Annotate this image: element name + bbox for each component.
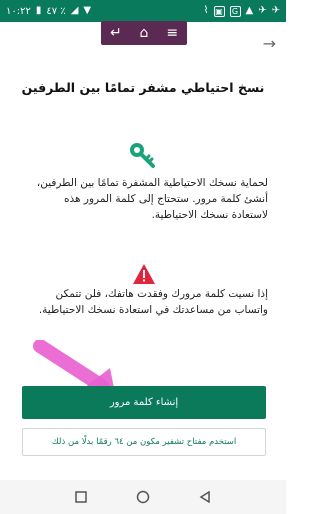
description-paragraph: لحماية نسخك الاحتياطية المشفرة تمامًا بي… bbox=[36, 177, 268, 221]
create-password-button[interactable]: إنشاء كلمة مرور bbox=[22, 386, 266, 419]
system-nav-bar bbox=[0, 480, 286, 514]
image-icon: ▣ bbox=[213, 5, 225, 17]
twitter-icon: ✈ bbox=[258, 5, 267, 16]
time-label: ١٠:٢٢ bbox=[6, 5, 31, 17]
arrow-right-icon[interactable]: → bbox=[263, 34, 276, 53]
battery-icon: ▮ bbox=[35, 5, 42, 16]
twitter-icon: ✈ bbox=[271, 5, 280, 16]
status-left: ١٠:٢٢ ▮ ٤٧ ٪ ◢ ▼ bbox=[6, 6, 91, 17]
warning-icon bbox=[133, 264, 155, 284]
translate-icon: G bbox=[229, 5, 241, 17]
warning-paragraph: إذا نسيت كلمة مرورك وفقدت هاتفك، فلن تتم… bbox=[38, 288, 268, 316]
cast-icon: ▲ bbox=[245, 5, 254, 16]
enter-icon[interactable]: ↵ bbox=[110, 26, 122, 40]
recents-icon[interactable] bbox=[74, 490, 88, 504]
chart-icon: ⌇ bbox=[203, 5, 209, 16]
wifi-icon: ▼ bbox=[83, 5, 92, 16]
back-icon[interactable] bbox=[198, 490, 212, 504]
home-icon[interactable]: ⌂ bbox=[140, 26, 149, 40]
battery-label: ٤٧ ٪ bbox=[46, 5, 66, 17]
signal-icon: ◢ bbox=[70, 5, 79, 16]
page-title: نسخ احتياطي مشفر تمامًا بين الطرفين bbox=[21, 80, 265, 95]
menu-icon[interactable]: ≡ bbox=[166, 26, 178, 40]
status-right: ⌇ ▣ G ▲ ✈ ✈ bbox=[203, 5, 280, 17]
status-bar: ١٠:٢٢ ▮ ٤٧ ٪ ◢ ▼ ⌇ ▣ G ▲ ✈ ✈ bbox=[0, 0, 286, 22]
home-circle-icon[interactable] bbox=[136, 490, 150, 504]
overlay-nav: ↵ ⌂ ≡ bbox=[101, 21, 187, 45]
key-icon bbox=[130, 143, 155, 168]
use-encryption-key-button[interactable]: استخدم مفتاح تشفير مكون من ٦٤ رقمًا بدلً… bbox=[22, 428, 266, 456]
